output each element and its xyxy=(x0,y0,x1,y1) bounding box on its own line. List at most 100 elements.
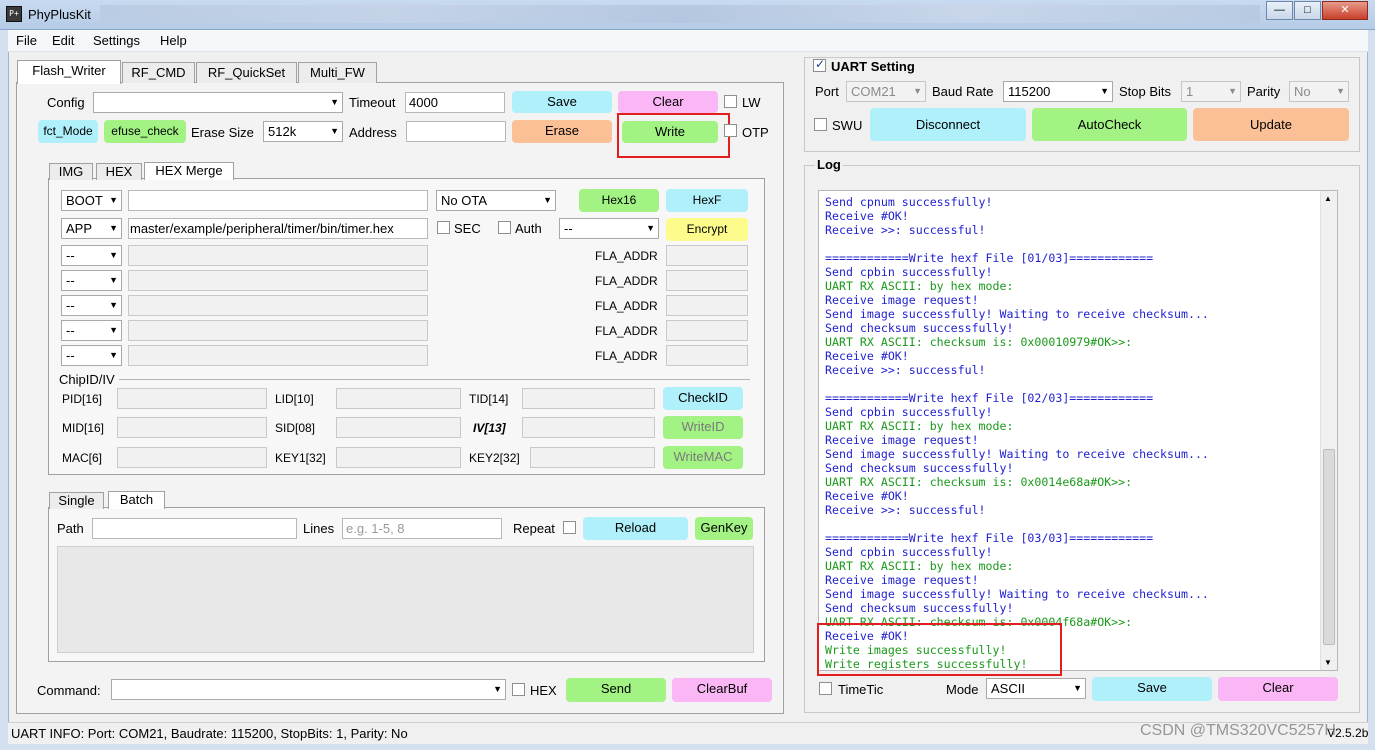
checkid-button[interactable]: CheckID xyxy=(663,387,743,410)
baud-rate-select[interactable]: 115200 ▼ xyxy=(1003,81,1113,102)
timetic-checkbox[interactable] xyxy=(819,682,832,695)
tab-hex-merge[interactable]: HEX Merge xyxy=(144,162,234,180)
row3-type-select[interactable]: -- ▼ xyxy=(61,245,122,266)
hexf-button[interactable]: HexF xyxy=(666,189,748,212)
sec-checkbox[interactable] xyxy=(437,221,450,234)
writemac-button[interactable]: WriteMAC xyxy=(663,446,743,469)
port-select[interactable]: COM21 ▼ xyxy=(846,81,926,102)
maximize-button[interactable]: □ xyxy=(1294,1,1321,20)
log-scrollbar[interactable]: ▲ ▼ xyxy=(1320,191,1337,670)
mac-input[interactable] xyxy=(117,447,267,468)
row1-path-input[interactable] xyxy=(128,190,428,211)
tab-flash-writer[interactable]: Flash_Writer xyxy=(17,60,121,84)
menu-edit[interactable]: Edit xyxy=(52,33,74,48)
row2-path-input[interactable]: master/example/peripheral/timer/bin/time… xyxy=(128,218,428,239)
window-title: PhyPlusKit xyxy=(28,7,91,22)
row7-path-input[interactable] xyxy=(128,345,428,366)
mid-input[interactable] xyxy=(117,417,267,438)
row6-type-select[interactable]: -- ▼ xyxy=(61,320,122,341)
autocheck-button[interactable]: AutoCheck xyxy=(1032,108,1187,141)
config-select[interactable]: ▼ xyxy=(93,92,343,113)
path-input[interactable] xyxy=(92,518,297,539)
baud-rate-label: Baud Rate xyxy=(932,84,994,99)
ota-select[interactable]: No OTA ▼ xyxy=(436,190,556,211)
path-label: Path xyxy=(57,521,84,536)
clearbuf-button[interactable]: ClearBuf xyxy=(672,678,772,702)
minimize-button[interactable]: — xyxy=(1266,1,1293,20)
repeat-checkbox[interactable] xyxy=(563,521,576,534)
hex-checkbox[interactable] xyxy=(512,683,525,696)
encrypt-mode-select[interactable]: -- ▼ xyxy=(559,218,659,239)
menu-file[interactable]: File xyxy=(16,33,37,48)
log-line: Send checksum successfully! xyxy=(825,461,1014,475)
row2-type-select[interactable]: APP ▼ xyxy=(61,218,122,239)
mode-select[interactable]: ASCII ▼ xyxy=(986,678,1086,699)
efuse-check-button[interactable]: efuse_check xyxy=(104,120,186,143)
lid-input[interactable] xyxy=(336,388,461,409)
tid-input[interactable] xyxy=(522,388,655,409)
key2-input[interactable] xyxy=(530,447,655,468)
row4-path-input[interactable] xyxy=(128,270,428,291)
tab-single[interactable]: Single xyxy=(49,492,104,509)
sid-label: SID[08] xyxy=(275,421,316,435)
address-input[interactable] xyxy=(406,121,506,142)
row7-type-select[interactable]: -- ▼ xyxy=(61,345,122,366)
disconnect-button[interactable]: Disconnect xyxy=(870,108,1026,141)
row5-type-select[interactable]: -- ▼ xyxy=(61,295,122,316)
swu-checkbox[interactable] xyxy=(814,118,827,131)
hex16-button[interactable]: Hex16 xyxy=(579,189,659,212)
encrypt-button[interactable]: Encrypt xyxy=(666,218,748,241)
tab-rf-quickset[interactable]: RF_QuickSet xyxy=(196,62,297,83)
update-button[interactable]: Update xyxy=(1193,108,1349,141)
tab-multi-fw[interactable]: Multi_FW xyxy=(298,62,377,83)
send-button[interactable]: Send xyxy=(566,678,666,702)
log-save-button[interactable]: Save xyxy=(1092,677,1212,701)
tab-rf-cmd[interactable]: RF_CMD xyxy=(122,62,195,83)
fct-mode-button[interactable]: fct_Mode xyxy=(38,120,98,143)
scroll-up-icon[interactable]: ▲ xyxy=(1324,194,1332,203)
row6-fla-addr-input[interactable] xyxy=(666,320,748,341)
tab-hex[interactable]: HEX xyxy=(96,163,142,180)
erase-button[interactable]: Erase xyxy=(512,120,612,143)
otp-checkbox[interactable] xyxy=(724,124,737,137)
log-scrollbar-thumb[interactable] xyxy=(1323,449,1335,645)
writeid-button[interactable]: WriteID xyxy=(663,416,743,439)
log-output[interactable]: Send cpnum successfully! Receive #OK! Rece… xyxy=(818,190,1338,671)
tab-img[interactable]: IMG xyxy=(49,163,93,180)
row6-path-input[interactable] xyxy=(128,320,428,341)
row7-fla-addr-input[interactable] xyxy=(666,345,748,366)
genkey-button[interactable]: GenKey xyxy=(695,517,753,540)
tab-batch[interactable]: Batch xyxy=(108,491,165,509)
close-button[interactable]: ✕ xyxy=(1322,1,1368,20)
clear-config-button[interactable]: Clear xyxy=(618,91,718,113)
menu-settings[interactable]: Settings xyxy=(93,33,140,48)
parity-select[interactable]: No ▼ xyxy=(1289,81,1349,102)
menu-help[interactable]: Help xyxy=(160,33,187,48)
row5-path-input[interactable] xyxy=(128,295,428,316)
erase-size-select[interactable]: 512k ▼ xyxy=(263,121,343,142)
row3-path-input[interactable] xyxy=(128,245,428,266)
key1-input[interactable] xyxy=(336,447,461,468)
uart-setting-checkbox[interactable] xyxy=(813,57,826,72)
timeout-input[interactable]: 4000 xyxy=(405,92,505,113)
row1-type-value: BOOT xyxy=(66,193,103,208)
pid-input[interactable] xyxy=(117,388,267,409)
log-clear-button[interactable]: Clear xyxy=(1218,677,1338,701)
scroll-down-icon[interactable]: ▼ xyxy=(1324,658,1332,667)
row5-fla-addr-input[interactable] xyxy=(666,295,748,316)
lw-checkbox[interactable] xyxy=(724,95,737,108)
log-line: Send cpbin successfully! xyxy=(825,405,993,419)
lines-input[interactable]: e.g. 1-5, 8 xyxy=(342,518,502,539)
command-input[interactable]: ▼ xyxy=(111,679,506,700)
reload-button[interactable]: Reload xyxy=(583,517,688,540)
row3-fla-addr-input[interactable] xyxy=(666,245,748,266)
stop-bits-select[interactable]: 1 ▼ xyxy=(1181,81,1241,102)
row4-type-select[interactable]: -- ▼ xyxy=(61,270,122,291)
sid-input[interactable] xyxy=(336,417,461,438)
batch-list-area[interactable] xyxy=(57,546,754,653)
save-config-button[interactable]: Save xyxy=(512,91,612,113)
iv-input[interactable] xyxy=(522,417,655,438)
row4-fla-addr-input[interactable] xyxy=(666,270,748,291)
auth-checkbox[interactable] xyxy=(498,221,511,234)
row1-type-select[interactable]: BOOT ▼ xyxy=(61,190,122,211)
